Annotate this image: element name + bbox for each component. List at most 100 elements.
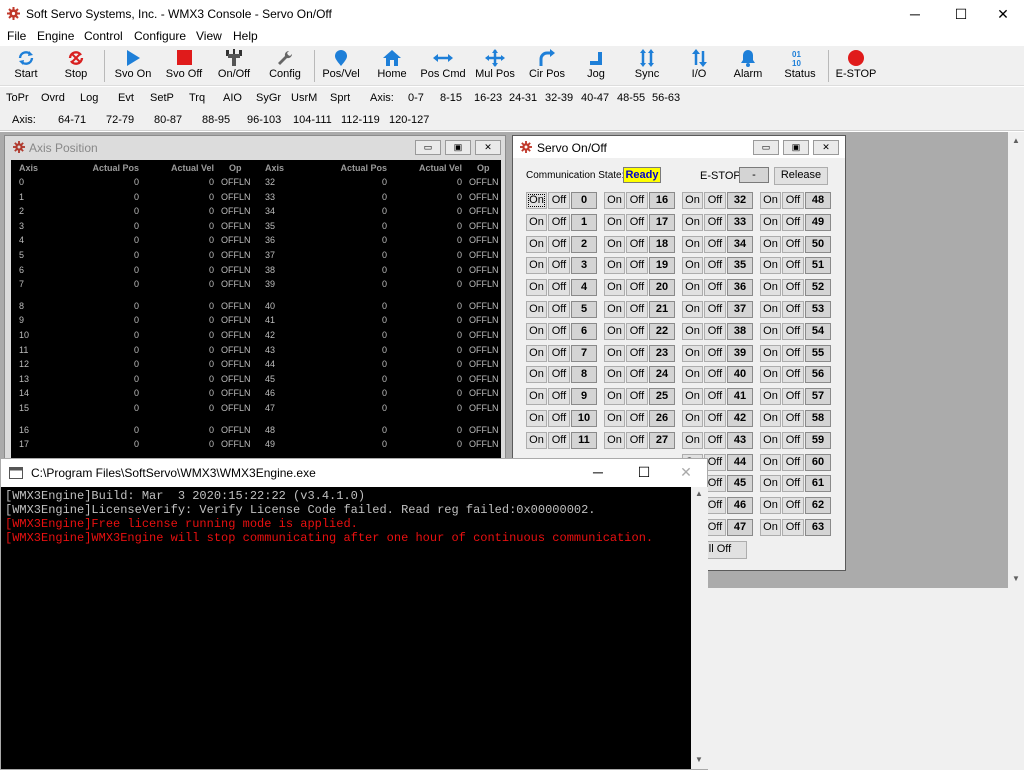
log-button[interactable]: Log [80,92,98,104]
servo-off-button[interactable]: Svo Off [160,48,208,84]
jog-button[interactable]: Jog [578,48,614,84]
servo-off-button-axis-56[interactable]: Off [782,366,804,384]
servo-off-button-axis-20[interactable]: Off [626,279,648,297]
servo-on-button-axis-5[interactable]: On [526,301,547,318]
servo-off-button-axis-55[interactable]: Off [782,344,804,362]
servo-on-button-axis-54[interactable]: On [760,322,781,340]
servo-off-button-axis-61[interactable]: Off [782,475,804,493]
servo-on-button-axis-17[interactable]: On [604,213,625,231]
servo-on-button-axis-11[interactable]: On [526,431,547,449]
servo-on-button-axis-32[interactable]: On [682,192,703,209]
axis-range-104-111[interactable]: 104-111 [293,114,332,126]
menu-help[interactable]: Help [233,29,258,43]
servo-on-button-axis-6[interactable]: On [526,322,547,340]
servo-on-button-axis-8[interactable]: On [526,366,547,384]
servo-off-button-axis-40[interactable]: Off [704,366,726,384]
servo-on-button-axis-24[interactable]: On [604,366,625,384]
servo-on-button-axis-59[interactable]: On [760,431,781,449]
servo-off-button-axis-0[interactable]: Off [548,192,570,209]
servo-on-button-axis-42[interactable]: On [682,410,703,427]
servo-off-button-axis-63[interactable]: Off [782,519,804,536]
on-off-button[interactable]: On/Off [212,48,256,84]
axis-range-64-71[interactable]: 64-71 [58,114,86,126]
maximize-button[interactable]: ☐ [621,459,667,485]
minimize-button[interactable]: ▭ [415,140,441,155]
servo-off-button-axis-2[interactable]: Off [548,235,570,253]
maximize-button[interactable]: ▣ [445,140,471,155]
servo-on-button-axis-43[interactable]: On [682,431,703,449]
servo-off-button-axis-23[interactable]: Off [626,344,648,362]
close-button[interactable]: ✕ [663,459,709,485]
servo-off-button-axis-19[interactable]: Off [626,257,648,275]
servo-on-button-axis-52[interactable]: On [760,279,781,297]
servo-on-button-axis-35[interactable]: On [682,257,703,275]
axis-range-24-31[interactable]: 24-31 [509,92,537,104]
axis-range-56-63[interactable]: 56-63 [652,92,680,104]
servo-off-button-axis-41[interactable]: Off [704,388,726,406]
axis-range-80-87[interactable]: 80-87 [154,114,182,126]
axis-range-88-95[interactable]: 88-95 [202,114,230,126]
servo-on-button-axis-22[interactable]: On [604,322,625,340]
menu-file[interactable]: File [7,29,26,43]
servo-off-button-axis-9[interactable]: Off [548,388,570,406]
servo-on-button-axis-16[interactable]: On [604,192,625,209]
servo-on-button-axis-36[interactable]: On [682,279,703,297]
estop-button[interactable]: E-STOP [834,48,878,84]
evt-button[interactable]: Evt [118,92,134,104]
servo-on-button-axis-51[interactable]: On [760,257,781,275]
servo-off-button-axis-50[interactable]: Off [782,235,804,253]
home-button[interactable]: Home [372,48,412,84]
axis-range-120-127[interactable]: 120-127 [389,114,429,126]
servo-on-button-axis-27[interactable]: On [604,431,625,449]
servo-off-button-axis-48[interactable]: Off [782,192,804,209]
axis-range-96-103[interactable]: 96-103 [247,114,281,126]
servo-off-button-axis-35[interactable]: Off [704,257,726,275]
servo-off-button-axis-16[interactable]: Off [626,192,648,209]
servo-off-button-axis-52[interactable]: Off [782,279,804,297]
topr-button[interactable]: ToPr [6,92,29,104]
io-button[interactable]: I/O [682,48,716,84]
servo-on-button-axis-21[interactable]: On [604,301,625,318]
axis-range-0-7[interactable]: 0-7 [408,92,424,104]
maximize-button[interactable]: ☐ [938,0,984,28]
servo-off-button-axis-22[interactable]: Off [626,322,648,340]
servo-off-button-axis-26[interactable]: Off [626,410,648,427]
servo-on-button-axis-41[interactable]: On [682,388,703,406]
servo-on-button-axis-9[interactable]: On [526,388,547,406]
close-button[interactable]: ✕ [980,0,1024,28]
axis-range-72-79[interactable]: 72-79 [106,114,134,126]
menu-control[interactable]: Control [84,29,123,43]
servo-off-button-axis-51[interactable]: Off [782,257,804,275]
servo-on-button-axis-4[interactable]: On [526,279,547,297]
servo-on-button-axis-23[interactable]: On [604,344,625,362]
servo-on-button-axis-56[interactable]: On [760,366,781,384]
servo-off-button-axis-8[interactable]: Off [548,366,570,384]
setp-button[interactable]: SetP [150,92,174,104]
sprt-button[interactable]: Sprt [330,92,350,104]
servo-off-button-axis-57[interactable]: Off [782,388,804,406]
servo-off-button-axis-11[interactable]: Off [548,431,570,449]
servo-off-button-axis-25[interactable]: Off [626,388,648,406]
servo-on-button-axis-58[interactable]: On [760,410,781,427]
menu-view[interactable]: View [196,29,222,43]
servo-on-button[interactable]: Svo On [110,48,156,84]
console-output[interactable]: [WMX3Engine]Build: Mar 3 2020:15:22:22 (… [1,487,691,769]
servo-on-button-axis-55[interactable]: On [760,344,781,362]
servo-on-button-axis-40[interactable]: On [682,366,703,384]
servo-off-button-axis-39[interactable]: Off [704,344,726,362]
servo-on-button-axis-2[interactable]: On [526,235,547,253]
servo-off-button-axis-34[interactable]: Off [704,235,726,253]
servo-off-button-axis-1[interactable]: Off [548,213,570,231]
servo-on-button-axis-61[interactable]: On [760,475,781,493]
maximize-button[interactable]: ▣ [783,140,809,155]
servo-on-button-axis-60[interactable]: On [760,453,781,471]
axis-range-8-15[interactable]: 8-15 [440,92,462,104]
servo-on-button-axis-20[interactable]: On [604,279,625,297]
servo-on-button-axis-48[interactable]: On [760,192,781,209]
servo-on-button-axis-57[interactable]: On [760,388,781,406]
servo-off-button-axis-42[interactable]: Off [704,410,726,427]
close-button[interactable]: ✕ [475,140,501,155]
release-button[interactable]: Release [774,167,828,185]
servo-off-button-axis-54[interactable]: Off [782,322,804,340]
mul-pos-button[interactable]: Mul Pos [472,48,518,84]
